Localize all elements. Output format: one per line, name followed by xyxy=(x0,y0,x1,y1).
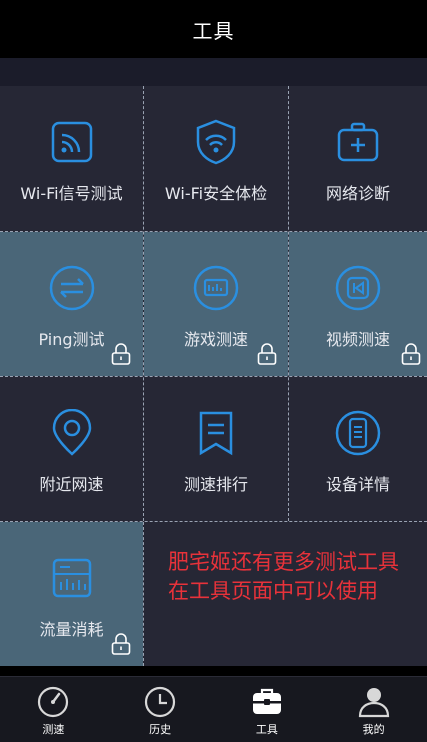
lock-icon xyxy=(401,343,421,365)
header-spacer xyxy=(0,58,427,86)
tool-data-usage[interactable]: 流量消耗 xyxy=(0,522,143,666)
speedometer-icon xyxy=(38,686,69,718)
tool-video-speed-test[interactable]: 视频测速 xyxy=(289,232,427,376)
tab-label: 历史 xyxy=(149,723,172,736)
grid-divider xyxy=(0,231,427,232)
location-pin-icon xyxy=(52,409,91,456)
tab-label: 测速 xyxy=(42,723,65,736)
tool-game-speed-test[interactable]: 游戏测速 xyxy=(144,232,288,376)
tool-label: 视频测速 xyxy=(325,330,390,349)
tool-wifi-security-check[interactable]: Wi-Fi安全体检 xyxy=(144,86,288,231)
tool-device-details[interactable]: 设备详情 xyxy=(289,377,427,521)
app-header: 工具 xyxy=(0,0,427,58)
tab-label: 我的 xyxy=(362,723,385,736)
tool-ping-test[interactable]: Ping测试 xyxy=(0,232,143,376)
tool-network-diagnosis[interactable]: 网络诊断 xyxy=(289,86,427,231)
promo-text: 肥宅姬还有更多测试工具 在工具页面中可以使用 xyxy=(168,548,427,606)
ping-arrows-icon xyxy=(49,265,94,311)
grid-divider xyxy=(0,376,427,377)
data-usage-icon xyxy=(52,558,91,598)
medical-kit-icon xyxy=(337,122,379,162)
grid-divider xyxy=(0,521,427,522)
bottom-tab-bar: 测速 历史 工具 我的 xyxy=(0,676,427,742)
tab-tools[interactable]: 工具 xyxy=(214,677,321,742)
tab-label: 工具 xyxy=(255,723,278,736)
lock-icon xyxy=(111,343,131,365)
promo-line: 在工具页面中可以使用 xyxy=(168,579,378,603)
wifi-shield-icon xyxy=(196,119,236,165)
video-icon xyxy=(335,265,381,311)
tool-label: 流量消耗 xyxy=(39,620,104,639)
tool-label: 游戏测速 xyxy=(183,330,248,349)
tab-speed-test[interactable]: 测速 xyxy=(0,677,107,742)
lock-icon xyxy=(111,633,131,655)
lock-icon xyxy=(257,343,277,365)
promo-line: 肥宅姬还有更多测试工具 xyxy=(168,550,399,574)
tool-label: 测速排行 xyxy=(183,475,248,494)
page-title: 工具 xyxy=(192,18,235,43)
grid-divider xyxy=(143,86,144,521)
user-icon xyxy=(358,688,389,718)
toolbox-icon xyxy=(252,688,281,714)
tool-label: 附近网速 xyxy=(39,475,104,494)
tab-profile[interactable]: 我的 xyxy=(320,677,427,742)
tool-wifi-signal-test[interactable]: Wi-Fi信号测试 xyxy=(0,86,143,231)
wifi-signal-icon xyxy=(51,121,92,163)
game-speed-icon xyxy=(193,265,239,311)
tool-label: 网络诊断 xyxy=(325,184,390,203)
device-phone-icon xyxy=(335,410,381,456)
tab-history[interactable]: 历史 xyxy=(107,677,214,742)
tool-speed-ranking[interactable]: 测速排行 xyxy=(144,377,288,521)
tool-nearby-speed[interactable]: 附近网速 xyxy=(0,377,143,521)
tool-label: 设备详情 xyxy=(325,475,390,494)
grid-divider xyxy=(288,86,289,521)
ranking-bookmark-icon xyxy=(199,411,233,456)
tool-label: Ping测试 xyxy=(38,330,105,349)
tool-label: Wi-Fi信号测试 xyxy=(20,184,123,203)
clock-icon xyxy=(145,686,176,718)
tool-label: Wi-Fi安全体检 xyxy=(164,184,268,203)
grid-divider xyxy=(143,522,144,666)
